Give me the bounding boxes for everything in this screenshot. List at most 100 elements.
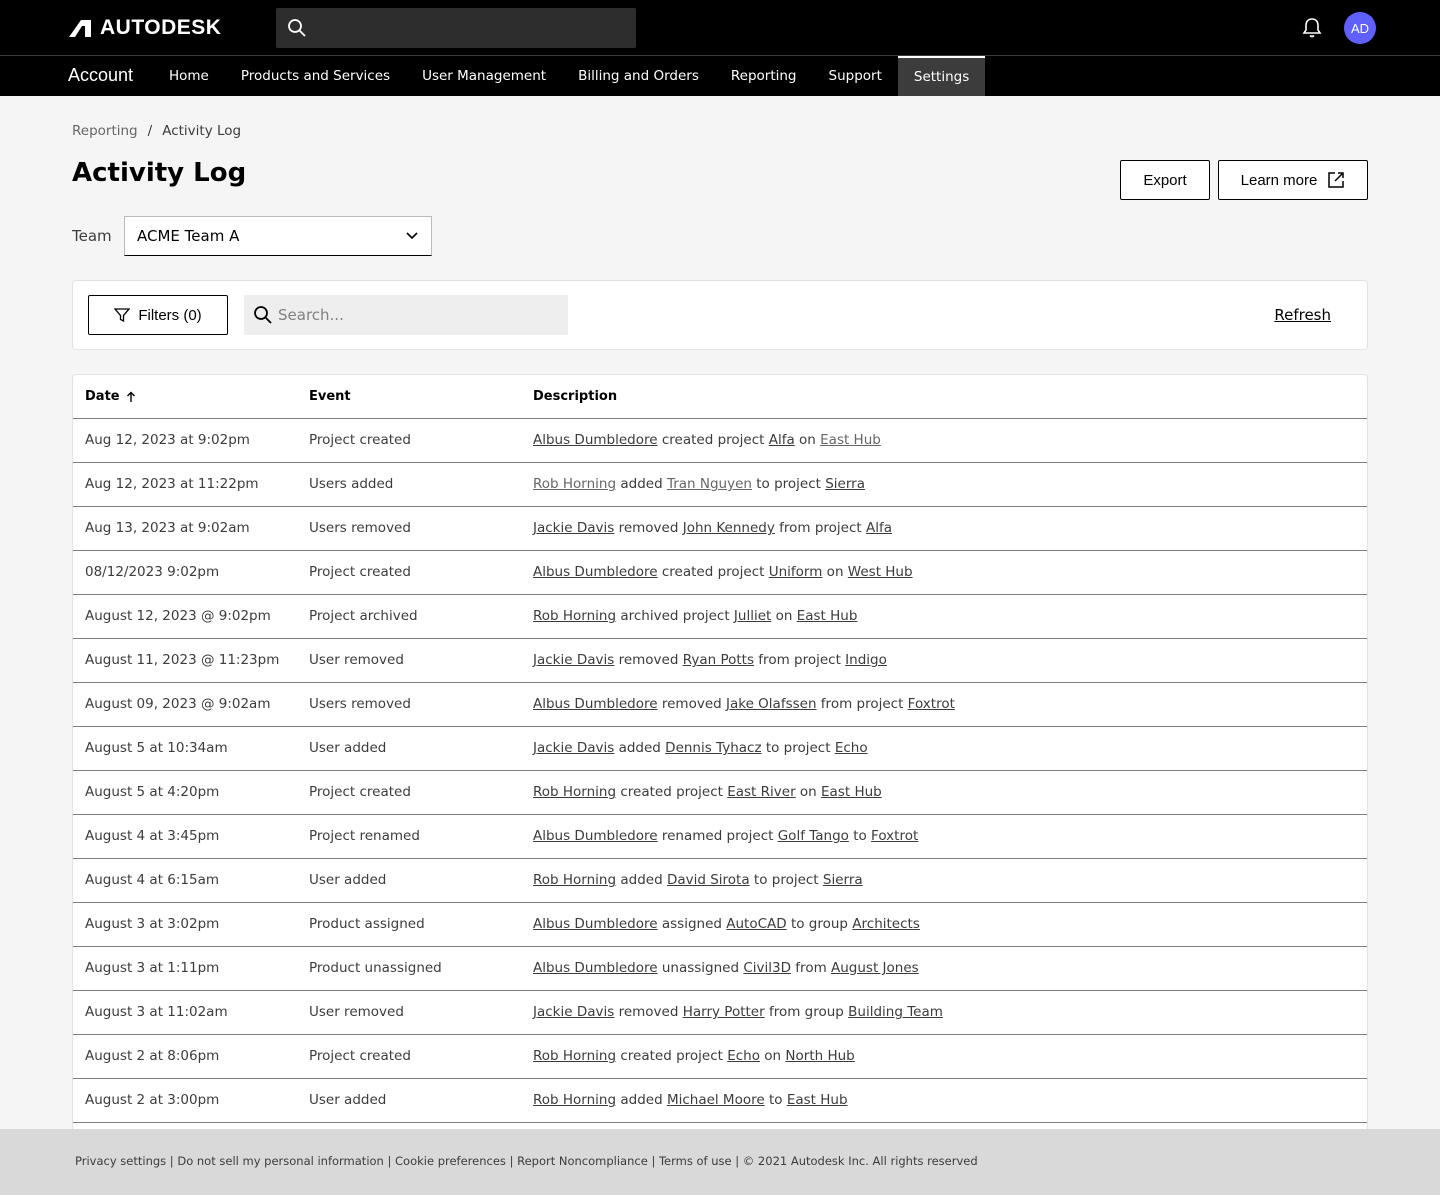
export-button[interactable]: Export [1120,160,1210,200]
account-nav: Account Home Products and Services User … [0,55,1440,96]
description-link[interactable]: Albus Dumbledore [533,432,658,448]
cell-date: August 09, 2023 @ 9:02am [85,696,271,712]
description-link[interactable]: Tran Nguyen [667,476,752,492]
table-row: August 5 at 10:34am User added Jackie Davi… [73,727,1367,771]
description-link[interactable]: Rob Horning [533,1092,616,1108]
description-link[interactable]: Harry Potter [683,1004,765,1020]
user-avatar[interactable]: AD [1344,12,1376,44]
description-link[interactable]: Foxtrot [871,828,918,844]
table-row: August 3 at 3:02pm Product assigned Albus … [73,903,1367,947]
description-link[interactable]: East Hub [797,608,858,624]
cell-date: August 4 at 3:45pm [85,828,220,844]
description-link[interactable]: Ryan Potts [683,652,754,668]
description-link[interactable]: Albus Dumbledore [533,828,658,844]
description-link[interactable]: Uniform [769,564,823,580]
description-link[interactable]: Dennis Tyhacz [665,740,761,756]
footer-links[interactable]: Privacy settings | Do not sell my person… [75,1154,978,1168]
cell-event: Users removed [309,696,411,712]
cell-event: Product unassigned [309,960,442,976]
description-link[interactable]: Albus Dumbledore [533,960,658,976]
description-link[interactable]: Michael Moore [667,1092,765,1108]
breadcrumb-reporting-link[interactable]: Reporting [72,123,138,139]
notification-bell-icon[interactable] [1300,16,1324,40]
column-header-description[interactable]: Description [533,389,617,404]
description-link[interactable]: Jackie Davis [533,740,614,756]
description-link[interactable]: AutoCAD [726,916,786,932]
logo-text: AUTODESK [100,16,222,39]
nav-item-user-management[interactable]: User Management [406,56,562,96]
description-link[interactable]: Rob Horning [533,1048,616,1064]
global-search-input[interactable] [276,8,636,48]
description-text: to project [749,872,823,888]
autodesk-logo[interactable]: AUTODESK [68,16,222,39]
nav-item-billing-and-orders[interactable]: Billing and Orders [562,56,715,96]
cell-event: User added [309,1092,387,1108]
description-link[interactable]: Echo [727,1048,760,1064]
column-header-date-label: Date [85,389,120,404]
description-link[interactable]: Alfa [866,520,892,536]
nav-item-reporting[interactable]: Reporting [715,56,813,96]
cell-event: Project created [309,432,411,448]
description-link[interactable]: Alfa [769,432,795,448]
description-link[interactable]: Sierra [825,476,865,492]
description-link[interactable]: Golf Tango [778,828,849,844]
team-select[interactable]: ACME Team A [124,216,432,256]
table-search-input[interactable]: Search... [244,295,568,335]
description-text: removed [614,1004,683,1020]
description-link[interactable]: Jackie Davis [533,520,614,536]
description-link[interactable]: Rob Horning [533,784,616,800]
table-row: Aug 12, 2023 at 9:02pm Project created Alb… [73,419,1367,463]
team-label: Team [72,227,112,245]
description-link[interactable]: Civil3D [743,960,791,976]
export-button-label: Export [1143,171,1187,189]
description-link[interactable]: Albus Dumbledore [533,696,658,712]
nav-item-home[interactable]: Home [153,56,225,96]
column-header-date[interactable]: Date [85,389,136,404]
description-link[interactable]: Sierra [823,872,863,888]
description-link[interactable]: Jake Olafssen [726,696,817,712]
description-link[interactable]: West Hub [848,564,913,580]
description-link[interactable]: Julliet [734,608,771,624]
description-text: to project [751,476,826,492]
description-link[interactable]: Jackie Davis [533,652,614,668]
description-link[interactable]: East River [727,784,795,800]
description-link[interactable]: North Hub [785,1048,854,1064]
cell-description: Albus Dumbledore created project Uniform… [533,564,913,580]
cell-date: August 5 at 4:20pm [85,784,220,800]
filters-button[interactable]: Filters (0) [88,295,228,335]
description-text: to [764,1092,787,1108]
description-link[interactable]: Indigo [845,652,887,668]
description-link[interactable]: David Sirota [667,872,750,888]
refresh-link[interactable]: Refresh [1274,306,1331,324]
description-link[interactable]: Rob Horning [533,476,616,492]
column-header-event[interactable]: Event [309,389,351,404]
description-link[interactable]: Building Team [848,1004,943,1020]
description-link[interactable]: Architects [852,916,920,932]
description-link[interactable]: Albus Dumbledore [533,564,658,580]
search-icon [254,306,272,324]
description-text: from project [754,652,846,668]
nav-item-products-and-services[interactable]: Products and Services [225,56,406,96]
description-link[interactable]: Albus Dumbledore [533,916,658,932]
description-text: created project [657,564,769,580]
description-link[interactable]: August Jones [831,960,919,976]
nav-item-support[interactable]: Support [813,56,898,96]
description-link[interactable]: Jackie Davis [533,1004,614,1020]
description-text: to group [786,916,853,932]
description-text: to [848,828,872,844]
description-link[interactable]: Rob Horning [533,872,616,888]
description-link[interactable]: East Hub [820,432,881,448]
description-link[interactable]: East Hub [821,784,882,800]
description-link[interactable]: John Kennedy [683,520,775,536]
table-row: August 09, 2023 @ 9:02am Users removed Alb… [73,683,1367,727]
description-link[interactable]: Foxtrot [908,696,955,712]
description-link[interactable]: Echo [835,740,868,756]
nav-item-settings[interactable]: Settings [897,56,986,96]
learn-more-button[interactable]: Learn more [1218,160,1368,200]
filter-icon [114,308,131,323]
description-text: created project [616,784,728,800]
table-row: August 12, 2023 @ 9:02pm Project archived… [73,595,1367,639]
description-link[interactable]: Rob Horning [533,608,616,624]
description-link[interactable]: East Hub [787,1092,848,1108]
cell-event: Project archived [309,608,418,624]
